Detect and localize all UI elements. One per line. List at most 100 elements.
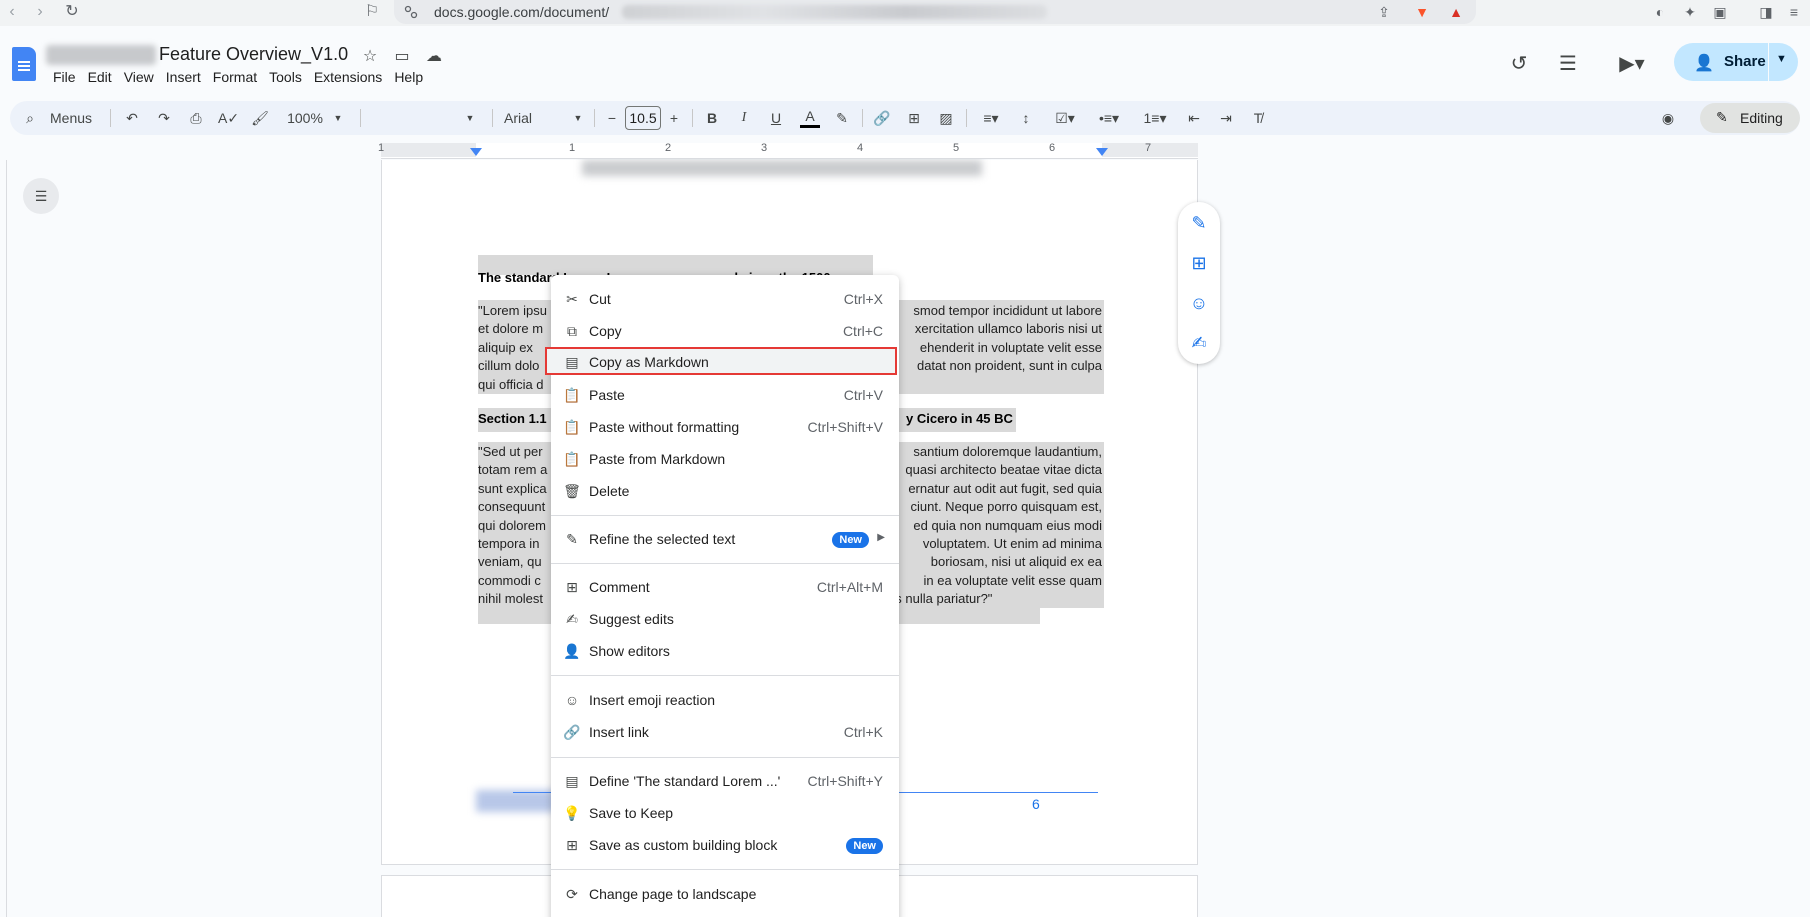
sidebar-toggle-icon[interactable]: ◨ xyxy=(1756,2,1776,22)
menu-item-insert-link[interactable]: 🔗 Insert link Ctrl+K xyxy=(551,716,899,748)
text-color-icon[interactable]: A xyxy=(800,106,820,128)
menu-item-cut[interactable]: ✂ Cut Ctrl+X xyxy=(551,283,899,315)
forward-icon[interactable]: › xyxy=(30,2,50,22)
search-icon[interactable]: ⌕ xyxy=(22,106,38,130)
menus-search[interactable]: Menus xyxy=(50,106,100,130)
tab-icon[interactable]: ▣ xyxy=(1710,2,1730,22)
paint-format-icon[interactable]: 🖌 xyxy=(250,106,270,130)
menu-item-label: Paste from Markdown xyxy=(589,451,726,467)
insert-link-icon[interactable]: 🔗 xyxy=(872,106,892,130)
menu-item-show-editors[interactable]: 👤 Show editors xyxy=(551,635,899,667)
numbered-list-icon[interactable]: 1≡▾ xyxy=(1136,106,1174,130)
gemini-icon[interactable]: ◉ xyxy=(1658,106,1678,130)
share-button[interactable]: 👤 Share ▼ xyxy=(1674,43,1798,81)
insert-image-icon[interactable]: ▨ xyxy=(936,106,956,130)
menu-view[interactable]: View xyxy=(124,69,162,85)
paragraph-left-fragment[interactable]: "Sed ut per totam rem a sunt explica con… xyxy=(478,443,558,609)
menu-file[interactable]: File xyxy=(53,69,84,85)
brave-rewards-icon[interactable]: ▲ xyxy=(1446,2,1466,22)
menu-item-suggest-edits[interactable]: ✍ Suggest edits xyxy=(551,603,899,635)
emoji-reaction-icon[interactable]: ☺ xyxy=(1187,291,1211,315)
underline-icon[interactable]: U xyxy=(768,106,784,130)
spellcheck-icon[interactable]: A✓ xyxy=(218,106,239,130)
menu-separator xyxy=(551,757,899,758)
menu-help[interactable]: Help xyxy=(394,69,431,85)
font-size-input[interactable]: 10.5 xyxy=(625,106,661,130)
cloud-status-icon[interactable]: ☁ xyxy=(424,46,444,66)
document-outline-icon[interactable]: ☰ xyxy=(23,178,59,214)
menu-item-paste-without-formatting[interactable]: 📋 Paste without formatting Ctrl+Shift+V xyxy=(551,411,899,443)
bookmark-icon[interactable]: ⚐ xyxy=(362,2,382,22)
paragraph-right-fragment[interactable]: santium doloremque laudantium, quasi arc… xyxy=(870,443,1102,609)
menu-format[interactable]: Format xyxy=(213,69,265,85)
back-icon[interactable]: ‹ xyxy=(2,2,22,22)
menu-item-change-landscape[interactable]: ⟳ Change page to landscape xyxy=(551,878,899,910)
paragraph-right-fragment[interactable]: smod tempor incididunt ut labore xercita… xyxy=(900,302,1102,376)
menu-item-label: Refine the selected text xyxy=(589,531,736,547)
menu-icon[interactable]: ≡ xyxy=(1784,2,1804,22)
menu-extensions[interactable]: Extensions xyxy=(314,69,390,85)
reload-icon[interactable]: ↻ xyxy=(62,2,82,22)
right-indent-marker[interactable] xyxy=(1096,148,1108,156)
font-select[interactable]: Arial xyxy=(504,106,544,130)
left-indent-marker[interactable] xyxy=(470,148,482,156)
add-comment-icon[interactable]: ⊞ xyxy=(904,106,924,130)
section-heading-right[interactable]: y Cicero in 45 BC xyxy=(906,411,1013,426)
help-me-write-icon[interactable]: ✎ xyxy=(1187,211,1211,235)
menu-insert[interactable]: Insert xyxy=(166,69,209,85)
checklist-icon[interactable]: ☑▾ xyxy=(1048,106,1082,130)
style-dropdown-icon[interactable]: ▼ xyxy=(464,106,476,130)
share-dropdown-icon[interactable]: ▼ xyxy=(1776,53,1787,65)
suggest-edits-icon[interactable]: ✍ xyxy=(1187,331,1211,355)
highlight-icon[interactable]: ✎ xyxy=(832,106,852,130)
undo-icon[interactable]: ↶ xyxy=(122,106,142,130)
print-icon[interactable]: ⎙ xyxy=(186,106,206,130)
text-line: tempora in xyxy=(478,536,540,552)
docs-logo-icon[interactable] xyxy=(12,47,36,81)
menu-item-define[interactable]: ▤ Define 'The standard Lorem ...' Ctrl+S… xyxy=(551,765,899,797)
password-icon[interactable]: ◐ xyxy=(1650,2,1670,22)
bullet-list-icon[interactable]: •≡▾ xyxy=(1092,106,1126,130)
clear-formatting-icon[interactable]: T̸ xyxy=(1248,106,1268,130)
star-icon[interactable]: ☆ xyxy=(360,46,380,66)
menu-item-insert-emoji-reaction[interactable]: ☺ Insert emoji reaction xyxy=(551,684,899,716)
menu-item-delete[interactable]: 🗑 Delete xyxy=(551,475,899,507)
bold-icon[interactable]: B xyxy=(704,106,720,130)
zoom-select[interactable]: 100% xyxy=(284,106,326,130)
move-folder-icon[interactable]: ▭ xyxy=(392,46,412,66)
address-bar[interactable]: docs.google.com/document/ xyxy=(394,0,1476,24)
menu-item-save-building-block[interactable]: ⊞ Save as custom building block New xyxy=(551,829,899,861)
meet-icon[interactable]: ▶▾ xyxy=(1610,50,1654,78)
add-comment-icon[interactable]: ⊞ xyxy=(1187,251,1211,275)
zoom-dropdown-icon[interactable]: ▼ xyxy=(332,106,344,130)
align-icon[interactable]: ≡▾ xyxy=(976,106,1006,130)
menu-item-comment[interactable]: ⊞ Comment Ctrl+Alt+M xyxy=(551,571,899,603)
editing-mode-button[interactable]: ✎ Editing xyxy=(1700,103,1800,133)
share-page-icon[interactable]: ⇪ xyxy=(1374,2,1394,22)
menu-tools[interactable]: Tools xyxy=(269,69,310,85)
comments-icon[interactable]: ☰ xyxy=(1554,50,1582,78)
menu-item-copy[interactable]: ⧉ Copy Ctrl+C xyxy=(551,315,899,347)
menu-item-save-to-keep[interactable]: 💡 Save to Keep xyxy=(551,797,899,829)
redo-icon[interactable]: ↷ xyxy=(154,106,174,130)
brave-shield-icon[interactable]: ▼ xyxy=(1412,2,1432,22)
menu-item-refine-text[interactable]: ✎ Refine the selected text New ▶ xyxy=(551,523,899,555)
site-settings-icon[interactable] xyxy=(404,5,418,19)
increase-indent-icon[interactable]: ⇥ xyxy=(1216,106,1236,130)
increase-size-icon[interactable]: + xyxy=(666,106,682,130)
decrease-indent-icon[interactable]: ⇤ xyxy=(1184,106,1204,130)
line-spacing-icon[interactable]: ↕ xyxy=(1016,106,1036,130)
menu-item-paste[interactable]: 📋 Paste Ctrl+V xyxy=(551,379,899,411)
menu-item-paste-from-markdown[interactable]: 📋 Paste from Markdown xyxy=(551,443,899,475)
italic-icon[interactable]: I xyxy=(736,106,752,130)
version-history-icon[interactable]: ↺ xyxy=(1505,50,1533,78)
menu-item-copy-as-markdown[interactable]: ▤ Copy as Markdown xyxy=(545,347,897,375)
font-dropdown-icon[interactable]: ▼ xyxy=(572,106,584,130)
menu-item-label: Delete xyxy=(589,483,630,499)
extensions-icon[interactable]: ✦ xyxy=(1680,2,1700,22)
menu-edit[interactable]: Edit xyxy=(88,69,120,85)
section-heading-left[interactable]: Section 1.1 xyxy=(478,411,547,426)
decrease-size-icon[interactable]: − xyxy=(604,106,620,130)
document-title[interactable]: Feature Overview_V1.0 xyxy=(159,44,348,65)
text-line: ernatur aut odit aut fugit, sed quia xyxy=(908,480,1102,496)
